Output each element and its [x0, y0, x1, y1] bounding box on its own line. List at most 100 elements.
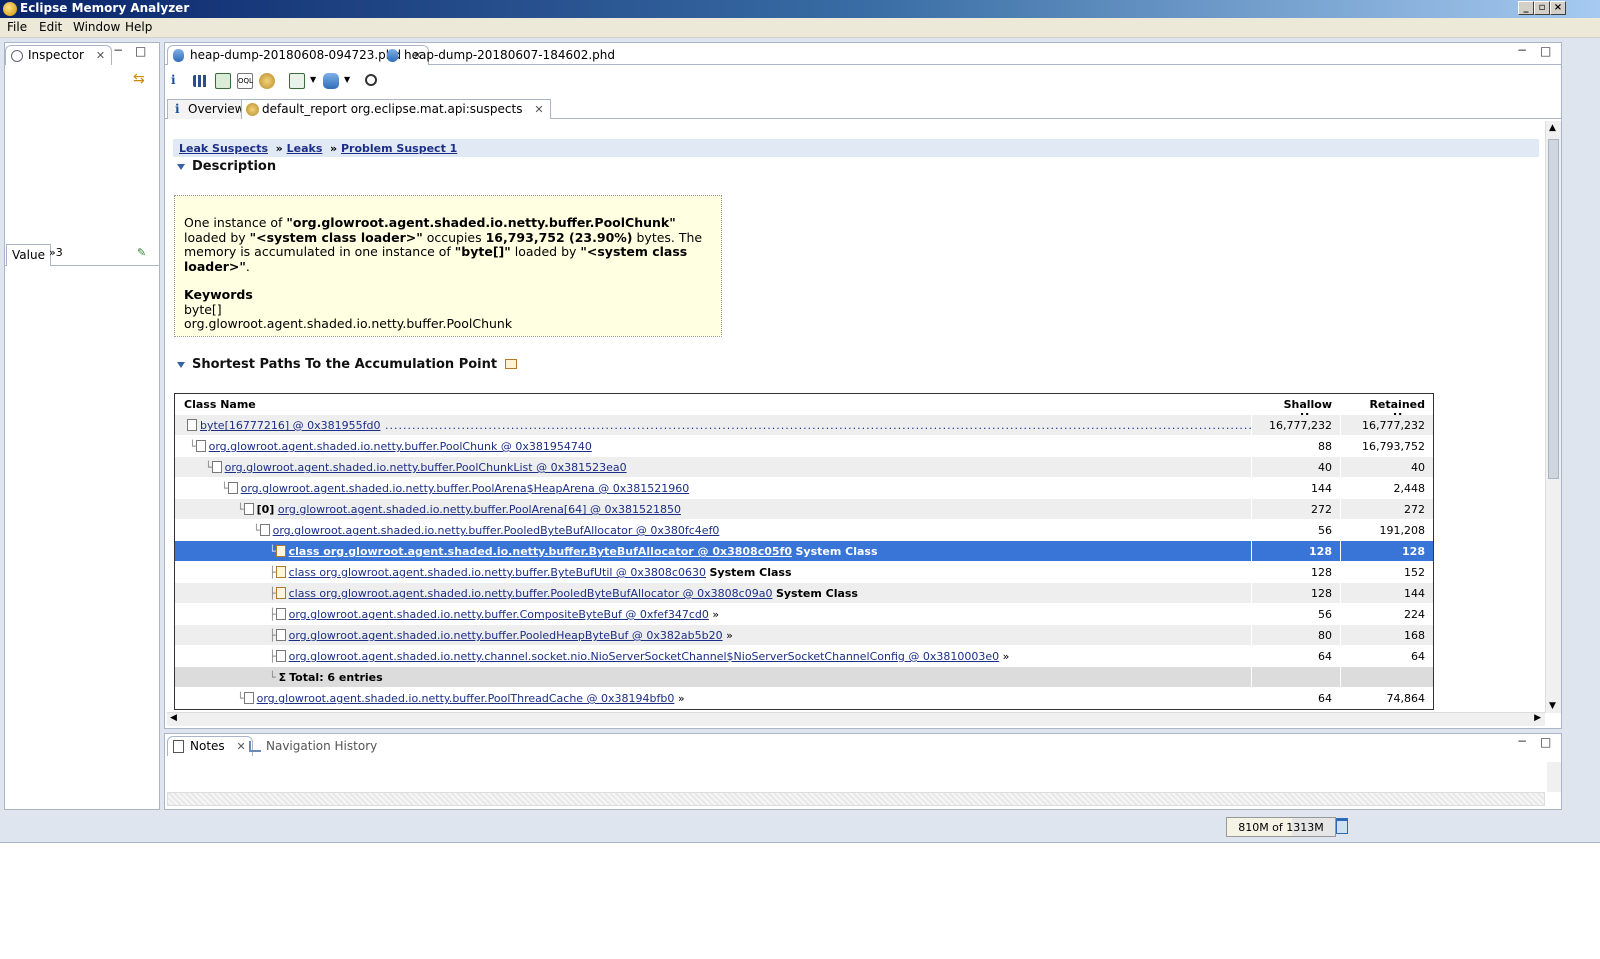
table-row[interactable]: └ org.glowroot.agent.shaded.io.netty.buff…	[175, 478, 1433, 499]
menu-window[interactable]: Window	[73, 20, 120, 34]
row-link[interactable]: org.glowroot.agent.shaded.io.netty.buffe…	[225, 461, 627, 474]
histogram-icon[interactable]	[193, 75, 209, 87]
breadcrumb-leaks[interactable]: Leaks	[287, 142, 323, 155]
row-link[interactable]: byte[16777216] @ 0x381955fd0	[200, 419, 381, 432]
chevron-down-icon[interactable]: ▼	[344, 75, 350, 84]
dominator-tree-icon[interactable]	[215, 73, 231, 89]
expand-more-icon[interactable]: »	[712, 608, 719, 621]
search-icon[interactable]	[365, 74, 377, 86]
trash-icon[interactable]	[1336, 818, 1348, 834]
row-link[interactable]: org.glowroot.agent.shaded.io.netty.buffe…	[278, 503, 681, 516]
report-icon	[246, 103, 259, 116]
row-link[interactable]: org.glowroot.agent.shaded.io.netty.buffe…	[209, 440, 592, 453]
gear-icon[interactable]	[259, 73, 275, 89]
horizontal-scrollbar[interactable]: ◀ ▶	[167, 712, 1545, 726]
scroll-down-icon[interactable]: ▼	[1549, 701, 1556, 711]
menu-edit[interactable]: Edit	[39, 20, 62, 34]
menu-help[interactable]: Help	[125, 20, 152, 34]
maximize-view-icon[interactable]: □	[135, 44, 146, 58]
close-icon[interactable]: ✕	[534, 103, 543, 116]
breadcrumb-problem-suspect[interactable]: Problem Suspect 1	[341, 142, 457, 155]
tab-value[interactable]: Value	[6, 244, 51, 266]
class-icon	[275, 566, 286, 578]
row-link[interactable]: org.glowroot.agent.shaded.io.netty.buffe…	[257, 692, 675, 705]
maximize-editor-icon[interactable]: □	[1540, 44, 1551, 58]
table-row[interactable]: ├ org.glowroot.agent.shaded.io.netty.chan…	[175, 646, 1433, 667]
minimize-view-icon[interactable]: −	[1517, 734, 1527, 748]
restore-button[interactable]: ▫	[1534, 1, 1550, 15]
paths-header[interactable]: Shortest Paths To the Accumulation Point	[177, 357, 517, 372]
table-row[interactable]: └ org.glowroot.agent.shaded.io.netty.buff…	[175, 436, 1433, 457]
table-row[interactable]: └ org.glowroot.agent.shaded.io.netty.buff…	[175, 457, 1433, 478]
row-link[interactable]: org.glowroot.agent.shaded.io.netty.buffe…	[273, 524, 720, 537]
row-link[interactable]: org.glowroot.agent.shaded.io.netty.buffe…	[289, 629, 723, 642]
close-icon[interactable]: ✕	[96, 49, 105, 62]
oql-icon[interactable]: OQL	[237, 73, 253, 89]
desc-text: occupies	[422, 229, 486, 245]
row-link[interactable]: org.glowroot.agent.shaded.io.netty.chann…	[289, 650, 1000, 663]
tab-default-report[interactable]: default_report org.eclipse.mat.api:suspe…	[241, 99, 551, 119]
query-browser-icon[interactable]	[323, 73, 339, 89]
tab-heap-dump-1-label: heap-dump-20180608-094723.phd	[190, 48, 402, 62]
object-icon	[211, 461, 222, 473]
info-icon[interactable]: i	[171, 73, 187, 89]
tab-notes[interactable]: Notes ✕	[167, 736, 253, 756]
notes-vertical-scrollbar[interactable]	[1547, 762, 1561, 792]
tab-navigation-history[interactable]: Navigation History	[243, 736, 384, 756]
pin-icon[interactable]: ✎	[137, 246, 146, 259]
tab-heap-dump-2[interactable]: heap-dump-20180607-184602.phd	[381, 45, 622, 65]
table-row[interactable]: ├ org.glowroot.agent.shaded.io.netty.buff…	[175, 604, 1433, 625]
open-in-tab-icon[interactable]	[504, 359, 517, 369]
more-tabs-button[interactable]: »3	[49, 246, 63, 259]
menu-file[interactable]: File	[7, 20, 27, 34]
title-bar: Eclipse Memory Analyzer _ ▫ ×	[0, 0, 1600, 18]
row-link[interactable]: class org.glowroot.agent.shaded.io.netty…	[289, 545, 792, 558]
scroll-right-icon[interactable]: ▶	[1534, 713, 1541, 723]
heap-status: 810M of 1313M	[1226, 817, 1336, 837]
run-report-icon[interactable]	[289, 73, 305, 89]
minimize-view-icon[interactable]: −	[113, 43, 123, 57]
vertical-scrollbar[interactable]: ▲ ▼	[1545, 121, 1561, 713]
row-link[interactable]: org.glowroot.agent.shaded.io.netty.buffe…	[241, 482, 690, 495]
table-row[interactable]: └ org.glowroot.agent.shaded.io.netty.buff…	[175, 520, 1433, 541]
description-header[interactable]: Description	[177, 159, 276, 174]
tab-inspector[interactable]: Inspector ✕	[5, 45, 113, 65]
desc-text: loaded by	[184, 229, 250, 245]
scroll-left-icon[interactable]: ◀	[170, 713, 177, 723]
row-link[interactable]: class org.glowroot.agent.shaded.io.netty…	[289, 587, 773, 600]
expand-more-icon[interactable]: »	[726, 629, 733, 642]
table-row[interactable]: byte[16777216] @ 0x381955fd0 ...........…	[175, 415, 1433, 436]
expand-more-icon[interactable]: »	[1003, 650, 1010, 663]
sum-icon: Σ	[278, 671, 287, 684]
breadcrumb-leak-suspects[interactable]: Leak Suspects	[179, 142, 268, 155]
maximize-view-icon[interactable]: □	[1540, 735, 1551, 749]
scroll-thumb[interactable]	[1548, 139, 1559, 479]
sync-icon[interactable]: ⇆	[133, 71, 145, 87]
table-row[interactable]: └ org.glowroot.agent.shaded.io.netty.buff…	[175, 688, 1433, 709]
row-link[interactable]: org.glowroot.agent.shaded.io.netty.buffe…	[289, 608, 709, 621]
expand-more-icon[interactable]: »	[678, 692, 685, 705]
array-icon	[243, 503, 254, 515]
table-row[interactable]: ├ org.glowroot.agent.shaded.io.netty.buff…	[175, 625, 1433, 646]
tab-overview[interactable]: i Overview	[167, 99, 252, 119]
table-row[interactable]: ├ class org.glowroot.agent.shaded.io.nett…	[175, 562, 1433, 583]
table-row[interactable]: └ [0] org.glowroot.agent.shaded.io.netty.…	[175, 499, 1433, 520]
minimize-editor-icon[interactable]: −	[1517, 43, 1527, 57]
header-class-name[interactable]: Class Name	[175, 394, 1252, 415]
shallow-heap-cell: 64	[1253, 688, 1341, 709]
scroll-up-icon[interactable]: ▲	[1549, 123, 1556, 133]
retained-heap-cell: 152	[1404, 566, 1425, 579]
window-title: Eclipse Memory Analyzer	[20, 1, 190, 15]
notes-horizontal-scrollbar[interactable]	[167, 792, 1545, 806]
object-icon	[259, 524, 270, 536]
header-shallow-heap[interactable]: Shallow Heap	[1253, 394, 1341, 424]
minimize-button[interactable]: _	[1518, 1, 1534, 15]
database-icon	[387, 49, 398, 62]
chevron-down-icon[interactable]: ▼	[310, 75, 316, 84]
header-retained-heap[interactable]: Retained Heap	[1342, 394, 1433, 424]
table-row[interactable]: ├ class org.glowroot.agent.shaded.io.nett…	[175, 583, 1433, 604]
close-window-button[interactable]: ×	[1550, 1, 1566, 15]
row-suffix: System Class	[775, 587, 858, 600]
table-row-selected[interactable]: └ class org.glowroot.agent.shaded.io.nett…	[175, 541, 1433, 562]
row-link[interactable]: class org.glowroot.agent.shaded.io.netty…	[289, 566, 706, 579]
